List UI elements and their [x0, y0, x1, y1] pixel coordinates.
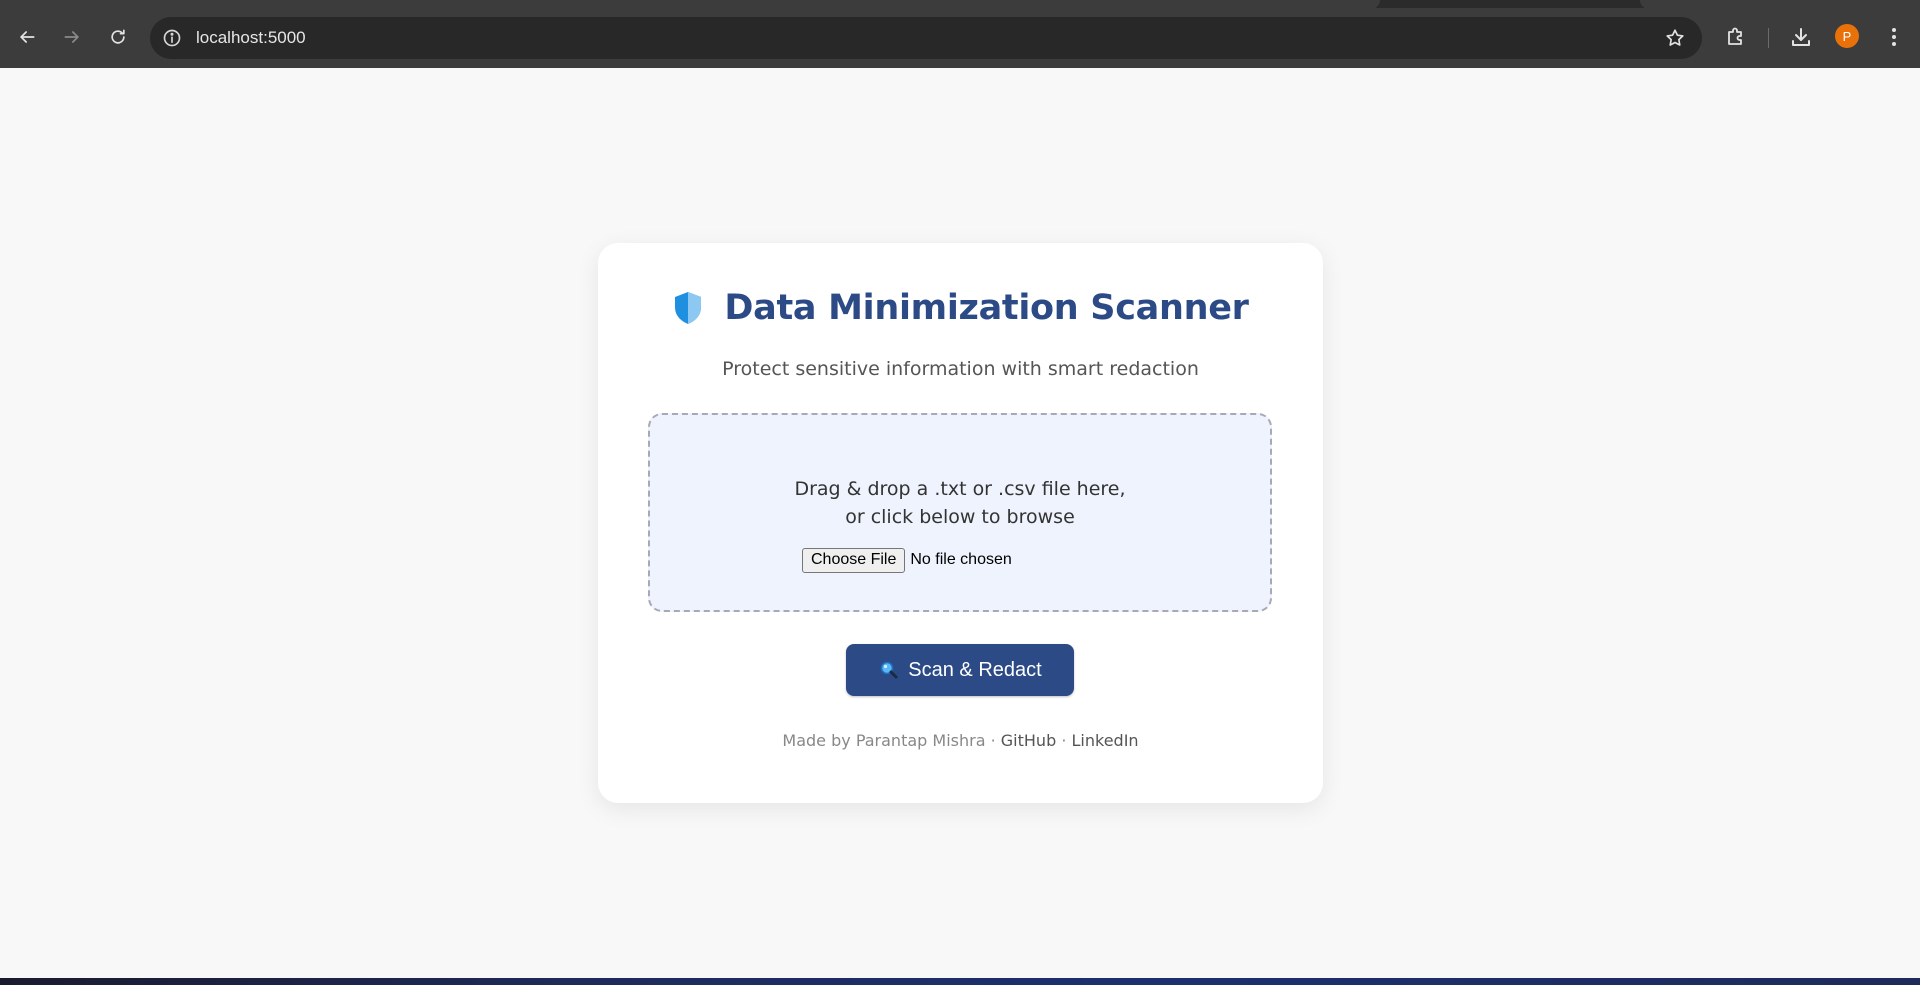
dropzone-instructions: Drag & drop a .txt or .csv file here, or… [650, 475, 1270, 531]
browser-toolbar: localhost:5000 P [0, 9, 1920, 68]
linkedin-link[interactable]: LinkedIn [1072, 731, 1139, 750]
footer: Made by Parantap Mishra · GitHub · Linke… [598, 731, 1323, 750]
extensions-icon[interactable] [1724, 25, 1748, 49]
page-viewport: Data Minimization Scanner Protect sensit… [0, 68, 1920, 978]
dropzone-line-2: or click below to browse [845, 506, 1075, 528]
dropzone-line-1: Drag & drop a .txt or .csv file here, [794, 478, 1126, 500]
file-dropzone[interactable]: Drag & drop a .txt or .csv file here, or… [648, 413, 1272, 612]
made-by-text: Made by Parantap Mishra [782, 731, 986, 750]
footer-separator: · [990, 731, 996, 750]
page-title: Data Minimization Scanner [724, 288, 1249, 328]
scan-redact-button[interactable]: Scan & Redact [846, 644, 1074, 696]
bookmark-star-icon[interactable] [1664, 27, 1686, 49]
site-info-icon[interactable] [162, 28, 182, 48]
taskbar-edge [0, 978, 1920, 985]
file-status-text: No file chosen [910, 551, 1012, 568]
url-text[interactable]: localhost:5000 [196, 28, 306, 48]
download-icon[interactable] [1789, 25, 1813, 49]
forward-button[interactable] [57, 22, 87, 52]
scanner-card: Data Minimization Scanner Protect sensit… [598, 243, 1323, 803]
address-bar[interactable]: localhost:5000 [150, 17, 1702, 59]
menu-dots-icon[interactable] [1884, 25, 1904, 49]
file-input[interactable]: Choose File No file chosen [802, 547, 1012, 573]
browser-chrome: localhost:5000 P [0, 0, 1920, 68]
back-button[interactable] [12, 22, 42, 52]
toolbar-separator [1768, 28, 1769, 48]
profile-avatar[interactable]: P [1835, 24, 1859, 48]
reload-icon [111, 29, 125, 44]
scan-redact-label: Scan & Redact [908, 658, 1042, 681]
magnifier-icon [880, 661, 898, 679]
footer-separator: · [1061, 731, 1067, 750]
reload-button[interactable] [103, 22, 133, 52]
back-arrow-icon [20, 31, 35, 43]
page-subtitle: Protect sensitive information with smart… [722, 358, 1199, 380]
forward-arrow-icon [64, 31, 79, 43]
github-link[interactable]: GitHub [1001, 731, 1056, 750]
title-row: Data Minimization Scanner [598, 285, 1323, 331]
tab-strip [0, 0, 1920, 9]
background-tab[interactable] [1640, 0, 1920, 9]
active-tab[interactable] [0, 0, 1380, 9]
shield-icon [675, 292, 702, 324]
choose-file-button[interactable]: Choose File [802, 547, 906, 573]
